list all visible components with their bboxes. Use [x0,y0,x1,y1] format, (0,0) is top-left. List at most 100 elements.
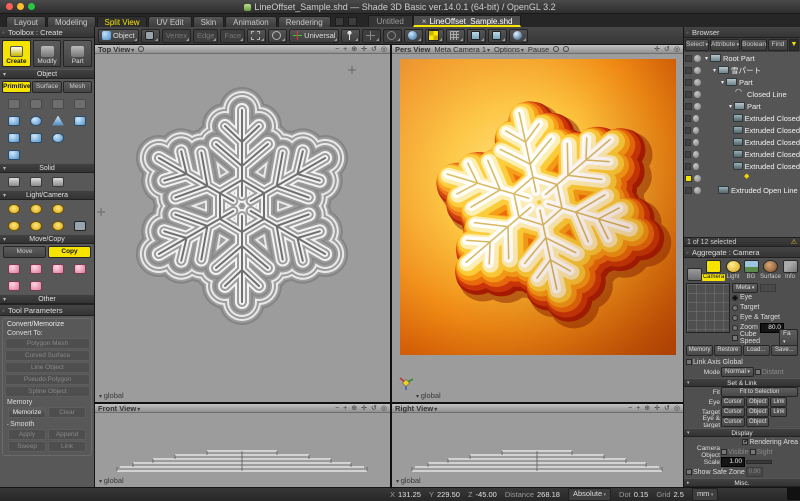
perspective-viewport[interactable]: Pers View Meta Camera 1 Options Pause ✛ … [392,45,683,402]
eyetarget-object-button[interactable]: Object [746,417,769,427]
tab-attribute[interactable]: Attribute [710,39,740,51]
visibility-toggle-icon[interactable] [685,151,691,158]
primitive-icon[interactable] [47,113,69,128]
zoom-out-icon[interactable]: − [335,404,339,413]
camera-preview[interactable] [686,283,730,333]
toolbar-button[interactable]: Object [98,29,139,43]
fit-view-icon[interactable]: ⊕ [351,404,357,413]
link-button[interactable]: Link [48,441,86,452]
section-misc[interactable]: Misc. [684,478,800,487]
toolbar-button[interactable] [383,29,402,43]
link-axis-checkbox[interactable] [686,359,692,365]
pause-button[interactable]: Pause [528,45,549,54]
rendering-area-checkbox[interactable] [742,439,748,445]
light-icon[interactable] [69,218,91,233]
render-flag-icon[interactable] [694,55,701,62]
distant-checkbox[interactable] [755,369,761,375]
memory-button[interactable]: Memory [686,345,713,356]
doc-tab-active[interactable]: ×LineOffset_Sample.shd [413,15,522,27]
render-flag-icon[interactable] [694,175,701,182]
expander-icon[interactable] [703,55,710,62]
section-display[interactable]: Display [684,428,800,437]
axis-mode-label[interactable]: global [416,391,441,400]
mode-dropdown[interactable]: Normal [721,367,754,377]
axis-mode-label[interactable]: global [396,476,421,485]
transform-icon[interactable] [25,278,47,293]
transform-icon[interactable] [69,261,91,276]
eye-target-radio[interactable] [732,315,738,321]
tree-row[interactable]: Closed Line [684,88,800,100]
append-button[interactable]: Append [48,429,86,440]
fit-view-icon[interactable]: ⊕ [644,404,650,413]
pan-icon[interactable]: ✛ [361,404,367,413]
surface-tab[interactable]: Surface [761,260,780,281]
csg-icon[interactable] [25,174,47,189]
preview-toggle-icon[interactable] [553,46,559,52]
right-viewport[interactable]: Right View − + ⊕ ✛ ↺ ◎ g [392,404,683,487]
toolbar-button[interactable] [467,29,486,43]
cube-speed-checkbox[interactable] [732,335,738,341]
visibility-toggle-icon[interactable] [685,127,691,134]
tree-row[interactable]: Part [684,100,800,112]
render-flag-icon[interactable] [693,127,699,134]
light-icon[interactable] [47,201,69,216]
target-radio[interactable] [732,305,738,311]
eye-object-button[interactable]: Object [746,397,769,407]
render-flag-icon[interactable] [694,91,701,98]
cube-speed-dropdown[interactable]: Fa [779,329,798,347]
section-object[interactable]: Object [0,69,94,79]
camera-toggle-icon[interactable] [138,46,144,52]
mode-tab[interactable]: Rendering [278,16,331,27]
tab-boolean[interactable]: Boolean [741,39,767,51]
mode-tab[interactable]: Animation [225,16,277,27]
move-button[interactable]: Move [3,246,46,258]
copy-button[interactable]: Copy [48,246,91,258]
visibility-toggle-icon[interactable] [685,91,692,98]
apply-button[interactable]: Apply [8,429,46,440]
csg-icon[interactable] [3,174,25,189]
pan-icon[interactable]: ✛ [361,45,367,54]
shading-toggle-icon[interactable] [563,46,569,52]
primitive-icon[interactable] [69,113,91,128]
render-flag-icon[interactable] [693,139,699,146]
section-move-copy[interactable]: Move/Copy [0,234,94,244]
toolbar-button[interactable] [446,29,465,43]
save-button[interactable]: Save... [771,345,798,356]
light-tab[interactable]: Light [725,260,741,281]
top-view-canvas[interactable] [95,54,390,401]
tree-row[interactable]: Extruded Closed [684,112,800,124]
transform-icon[interactable] [3,278,25,293]
toolbar-button[interactable] [247,29,266,43]
visibility-toggle-icon[interactable] [685,163,691,170]
toolbar-button[interactable] [509,29,528,43]
visible-checkbox[interactable] [721,449,727,455]
eye-radio[interactable] [732,295,738,301]
browser-header[interactable]: Browser [684,27,800,38]
tree-row[interactable]: Extruded Closed [684,160,800,172]
tree-row[interactable]: Extruded Open Line [684,184,800,196]
tool-parameters-header[interactable]: Tool Parameters [0,305,94,316]
tab-overflow-down-icon[interactable] [348,17,357,26]
toolbar-button[interactable] [362,29,381,43]
tree-row[interactable]: Part [684,76,800,88]
convert-button[interactable]: Line Object [5,362,90,373]
primitive-icon[interactable] [3,113,25,128]
light-icon[interactable] [25,218,47,233]
toolbar-button[interactable] [425,29,444,43]
toolbar-button[interactable]: Universal [289,29,339,43]
section-other[interactable]: Other [0,294,94,304]
zoom-tool-icon[interactable]: ◎ [674,404,680,413]
close-tab-icon[interactable]: × [422,17,427,26]
info-tab[interactable]: Info [782,260,798,281]
light-icon[interactable] [3,201,25,216]
visibility-toggle-icon[interactable] [685,103,692,110]
visibility-toggle-icon[interactable] [685,79,692,86]
rotate-view-icon[interactable]: ↺ [371,45,377,54]
render-flag-icon[interactable] [694,67,701,74]
filter-icon[interactable]: ▼ [789,39,799,51]
pan-icon[interactable]: ✛ [654,404,660,413]
zoom-tool-icon[interactable]: ◎ [674,45,680,54]
target-object-button[interactable]: Object [746,407,769,417]
tool-icon[interactable] [69,96,91,111]
visibility-toggle-icon[interactable] [685,67,692,74]
